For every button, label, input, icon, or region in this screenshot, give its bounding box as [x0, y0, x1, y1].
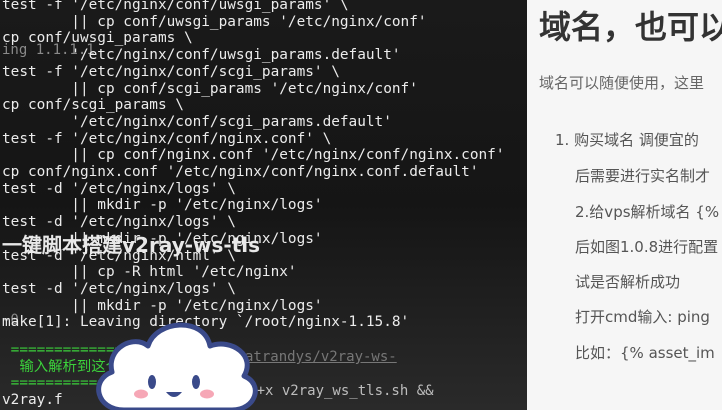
- blog-step-2-test: 试是否解析成功: [575, 273, 681, 291]
- blog-step-cmd: 打开cmd输入: ping: [575, 308, 710, 326]
- blog-step-1-cont: 后需要进行实名制才: [575, 167, 711, 185]
- blog-step-2-cont: 后如图1.0.8进行配置: [575, 238, 719, 256]
- terminal-last-line: v2ray.f: [2, 392, 63, 408]
- blog-page: 域名，也可以 域名可以随便使用，这里 1. 购买域名 调便宜的 后需要进行实名制…: [527, 0, 722, 410]
- blog-step-1: 1. 购买域名 调便宜的: [555, 131, 699, 149]
- blog-heading: 域名，也可以: [539, 8, 722, 46]
- cloud-mascot-icon[interactable]: [86, 310, 266, 410]
- blog-intro: 域名可以随便使用，这里: [539, 74, 705, 92]
- blog-step-example: 比如：{% asset_im: [575, 344, 715, 362]
- ghost-article-link: atrandys/v2ray-ws-: [245, 349, 397, 365]
- terminal-output: test -f '/etc/nginx/conf/uwsgi_params' \…: [2, 0, 505, 331]
- blog-step-2: 2.给vps解析域名 {%: [575, 203, 720, 221]
- screen: 域名，也可以 域名可以随便使用，这里 1. 购买域名 调便宜的 后需要进行实名制…: [0, 0, 722, 410]
